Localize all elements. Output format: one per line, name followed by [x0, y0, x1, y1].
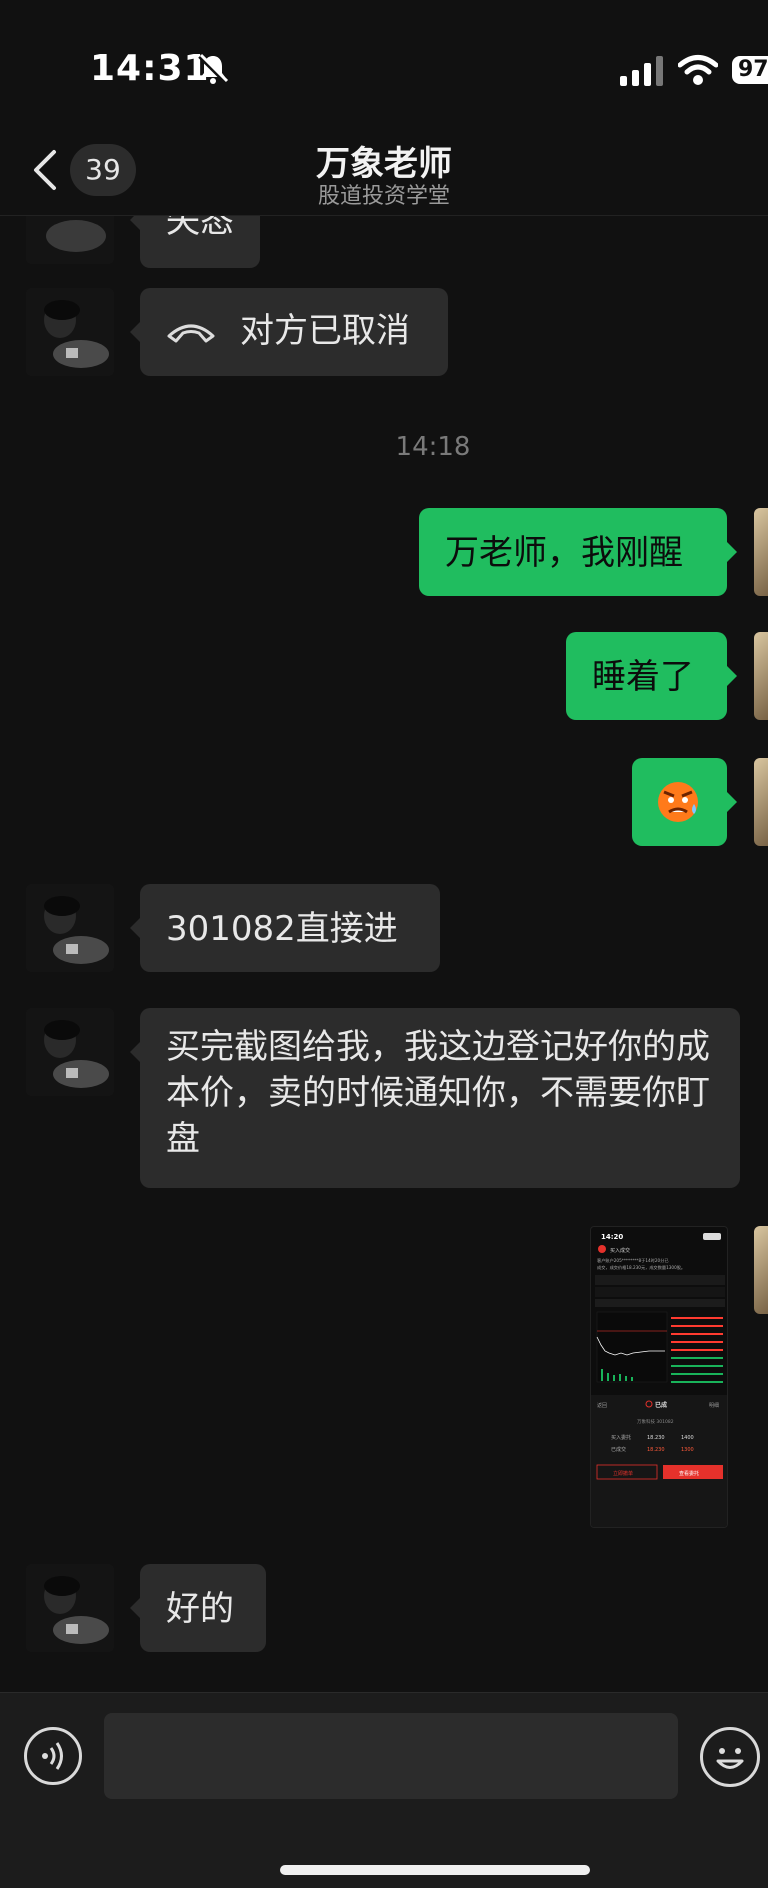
call-status-text: 对方已取消	[240, 311, 410, 351]
phone-hangup-icon	[167, 324, 215, 343]
thumb-filled-qty: 1300	[681, 1447, 694, 1453]
contact-avatar[interactable]	[26, 884, 114, 972]
my-avatar[interactable]	[754, 632, 768, 720]
thumb-notice-line2: 成交，成交价格18.230元，成交数量1300股。	[597, 1264, 685, 1271]
call-cancelled-message[interactable]: 对方已取消	[130, 288, 448, 376]
contact-avatar[interactable]	[26, 288, 114, 376]
message-timestamp: 14:18	[395, 432, 471, 462]
wifi-icon	[678, 55, 718, 85]
my-avatar[interactable]	[754, 1226, 768, 1314]
sweating-face-emoji-icon	[658, 782, 698, 822]
my-avatar[interactable]	[754, 508, 768, 596]
thumb-time: 14:20	[601, 1233, 623, 1241]
thumb-header-label: 买入成交	[610, 1247, 630, 1254]
thumb-view-button: 查看委托	[679, 1470, 699, 1477]
message-list[interactable]: 失态 对方已取消 14:18 万老师，我刚醒 睡着了 301082直接进 买完截…	[0, 216, 768, 1692]
voice-input-button[interactable]	[24, 1727, 82, 1785]
thumb-cancel-button: 立即撤单	[613, 1470, 633, 1477]
thumb-buy-label: 买入委托	[611, 1434, 631, 1441]
thumb-stock-line: 万象科技 301082	[637, 1418, 674, 1425]
incoming-message[interactable]: 失态	[130, 216, 260, 268]
cellular-signal-icon	[620, 56, 663, 86]
status-time: 14:31	[90, 48, 210, 89]
battery-indicator: 97	[732, 56, 768, 84]
thumb-filled-title: 已成	[655, 1401, 667, 1409]
bell-muted-icon	[198, 53, 229, 84]
input-bar	[0, 1692, 768, 1888]
outgoing-message[interactable]: 睡着了	[566, 632, 737, 720]
thumb-notice-line1: 客户账户205********8于14时20分已	[597, 1257, 669, 1264]
thumb-detail-label: 明细	[709, 1402, 719, 1409]
my-avatar[interactable]	[754, 758, 768, 846]
home-indicator	[280, 1865, 590, 1875]
incoming-message[interactable]: 买完截图给我，我这边登记好你的成本价，卖的时候通知你，不需要你盯盘	[130, 1008, 740, 1188]
outgoing-message[interactable]: 万老师，我刚醒	[419, 508, 737, 596]
chat-header: 39 万象老师 股道投资学堂	[0, 130, 768, 216]
contact-avatar[interactable]	[26, 1008, 114, 1096]
message-text: 睡着了	[592, 657, 694, 697]
thumb-buy-price: 18.230	[647, 1435, 665, 1441]
incoming-message[interactable]: 301082直接进	[130, 884, 440, 972]
contact-avatar[interactable]	[26, 1564, 114, 1652]
thumb-filled-label: 已成交	[611, 1446, 626, 1453]
chat-subtitle: 股道投资学堂	[317, 184, 450, 209]
incoming-message[interactable]: 好的	[130, 1564, 266, 1652]
thumb-buy-qty: 1400	[681, 1435, 694, 1441]
contact-avatar[interactable]	[26, 216, 114, 264]
voice-wave-icon	[42, 1742, 63, 1770]
message-text: 万老师，我刚醒	[445, 533, 683, 573]
shared-screenshot-image[interactable]: 14:20 买入成交 客户账户205********8于14时20分已 成交，成…	[590, 1226, 728, 1528]
message-text: 买完截图给我，我这边登记好你的成本价，卖的时候通知你，不需要你盯盘	[166, 1027, 710, 1159]
emoji-button[interactable]	[700, 1727, 760, 1787]
message-text: 失态	[166, 216, 234, 241]
outgoing-emoji-message[interactable]	[632, 758, 737, 846]
smiley-face-icon	[716, 1748, 744, 1769]
status-bar: 14:31 97	[0, 0, 768, 130]
message-text: 301082直接进	[166, 909, 398, 949]
message-text: 好的	[166, 1589, 234, 1629]
thumb-filled-price: 18.230	[647, 1447, 665, 1453]
message-input[interactable]	[104, 1713, 678, 1799]
thumb-back-label: 返回	[597, 1402, 607, 1409]
